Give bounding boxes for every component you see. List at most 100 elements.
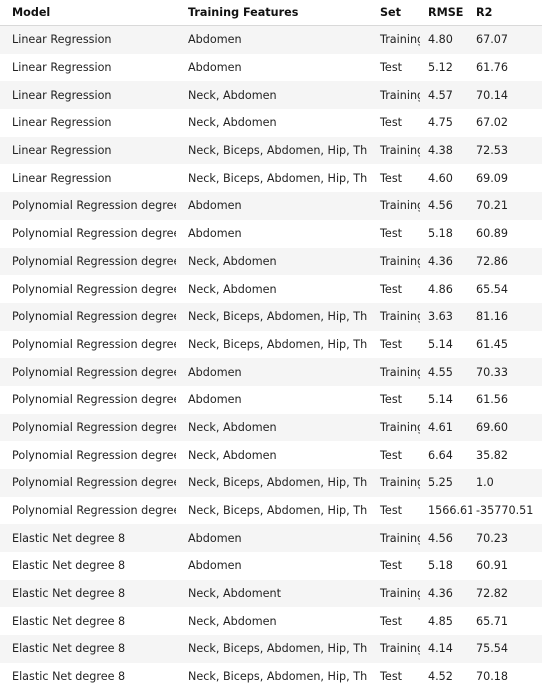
r2-cell: 72.82: [472, 579, 542, 608]
table-row: Linear Regression Neck, Abdomen Test 4.75 67…: [0, 109, 542, 137]
set-cell: Test: [368, 164, 420, 193]
set-cell: Training: [368, 25, 420, 54]
model-cell: Linear Regression: [0, 25, 176, 54]
r2-cell: 69.60: [472, 413, 542, 442]
set-cell: Training: [368, 524, 420, 553]
training-features-cell: Neck, Biceps, Abdomen, Hip, Thigh: [176, 330, 368, 359]
set-cell: Test: [368, 662, 420, 691]
rmse-cell: 4.52: [420, 662, 472, 691]
training-features-cell: Neck, Abdomen: [176, 81, 368, 110]
table-row: Elastic Net degree 8 Abdomen Training 4.56 7…: [0, 524, 542, 553]
model-cell: Elastic Net degree 8: [0, 579, 176, 608]
model-cell: Elastic Net degree 8: [0, 662, 176, 691]
rmse-cell: 4.56: [420, 192, 472, 220]
model-cell: Polynomial Regression degree 3: [0, 302, 176, 331]
r2-cell: 60.89: [472, 219, 542, 248]
rmse-cell: 4.75: [420, 109, 472, 137]
rmse-cell: 4.80: [420, 25, 472, 54]
training-features-cell: Neck, Abdomen: [176, 441, 368, 469]
table-row: Linear Regression Abdomen Test 5.12 61.76: [0, 53, 542, 82]
set-cell: Test: [368, 330, 420, 359]
table-row: Linear Regression Neck, Biceps, Abdomen, …: [0, 136, 542, 165]
training-features-cell: Abdomen: [176, 524, 368, 553]
results-table: Model Training Features Set RMSE R2 Line…: [0, 0, 542, 691]
rmse-cell: 5.14: [420, 330, 472, 359]
training-features-cell: Abdomen: [176, 552, 368, 580]
training-features-cell: Neck, Biceps, Abdomen, Hip, Thigh: [176, 164, 368, 193]
r2-cell: 70.21: [472, 192, 542, 220]
r2-cell: 67.02: [472, 109, 542, 137]
table-row: Polynomial Regression degree 8 Neck, Abdo…: [0, 413, 542, 442]
training-features-cell: Neck, Biceps, Abdomen, Hip, Thigh: [176, 302, 368, 331]
rmse-cell: 4.86: [420, 275, 472, 303]
rmse-cell: 4.56: [420, 524, 472, 553]
model-cell: Linear Regression: [0, 81, 176, 110]
r2-cell: 70.18: [472, 662, 542, 691]
r2-cell: 69.09: [472, 164, 542, 193]
training-features-cell: Abdomen: [176, 385, 368, 414]
rmse-cell: 4.55: [420, 358, 472, 386]
rmse-cell: 5.12: [420, 53, 472, 82]
column-header-r2: R2: [472, 0, 542, 26]
table-row: Linear Regression Neck, Abdomen Training 4.…: [0, 81, 542, 110]
table-row: Elastic Net degree 8 Abdomen Test 5.18 60.91: [0, 552, 542, 580]
table-row: Elastic Net degree 8 Neck, Biceps, Abdome…: [0, 635, 542, 663]
set-cell: Training: [368, 247, 420, 276]
r2-cell: 72.86: [472, 247, 542, 276]
model-cell: Elastic Net degree 8: [0, 635, 176, 663]
column-header-rmse: RMSE: [420, 0, 472, 26]
r2-cell: 70.14: [472, 81, 542, 110]
rmse-cell: 5.18: [420, 219, 472, 248]
set-cell: Test: [368, 219, 420, 248]
r2-cell: 70.23: [472, 524, 542, 553]
r2-cell: 1.0: [472, 469, 542, 497]
table-row: Polynomial Regression degree 3 Abdomen Tes…: [0, 219, 542, 248]
training-features-cell: Abdomen: [176, 219, 368, 248]
set-cell: Training: [368, 358, 420, 386]
r2-cell: 67.07: [472, 25, 542, 54]
column-header-set: Set: [368, 0, 420, 26]
table-row: Polynomial Regression degree 3 Neck, Abdo…: [0, 275, 542, 303]
rmse-cell: 5.25: [420, 469, 472, 497]
rmse-cell: 1566.61: [420, 496, 472, 525]
r2-cell: 75.54: [472, 635, 542, 663]
r2-cell: -35770.51: [472, 496, 542, 525]
header-row: Model Training Features Set RMSE R2: [0, 0, 542, 26]
table-row: Elastic Net degree 8 Neck, Abdoment Traini…: [0, 579, 542, 608]
rmse-cell: 4.60: [420, 164, 472, 193]
table-body: Linear Regression Abdomen Training 4.80 67.0…: [0, 25, 542, 691]
r2-cell: 81.16: [472, 302, 542, 331]
model-cell: Polynomial Regression degree 8: [0, 441, 176, 469]
r2-cell: 61.45: [472, 330, 542, 359]
column-header-model: Model: [0, 0, 176, 26]
model-cell: Polynomial Regression degree 8: [0, 385, 176, 414]
rmse-cell: 5.18: [420, 552, 472, 580]
training-features-cell: Neck, Abdomen: [176, 109, 368, 137]
training-features-cell: Neck, Abdomen: [176, 607, 368, 636]
table-header: Model Training Features Set RMSE R2: [0, 0, 542, 26]
model-cell: Linear Regression: [0, 53, 176, 82]
set-cell: Training: [368, 136, 420, 165]
training-features-cell: Abdomen: [176, 53, 368, 82]
column-header-training-features: Training Features: [176, 0, 368, 26]
table-row: Polynomial Regression degree 8 Neck, Bice…: [0, 469, 542, 497]
r2-cell: 70.33: [472, 358, 542, 386]
set-cell: Test: [368, 385, 420, 414]
training-features-cell: Neck, Abdomen: [176, 275, 368, 303]
table-row: Polynomial Regression degree 8 Neck, Bice…: [0, 496, 542, 525]
training-features-cell: Neck, Biceps, Abdomen, Hip, Thigh: [176, 662, 368, 691]
rmse-cell: 4.57: [420, 81, 472, 110]
table-row: Polynomial Regression degree 8 Abdomen Tes…: [0, 385, 542, 414]
set-cell: Training: [368, 413, 420, 442]
r2-cell: 65.54: [472, 275, 542, 303]
r2-cell: 35.82: [472, 441, 542, 469]
table-row: Linear Regression Neck, Biceps, Abdomen, …: [0, 164, 542, 193]
rmse-cell: 3.63: [420, 302, 472, 331]
training-features-cell: Abdomen: [176, 192, 368, 220]
model-cell: Polynomial Regression degree 3: [0, 219, 176, 248]
training-features-cell: Neck, Biceps, Abdomen, Hip, Thigh: [176, 496, 368, 525]
set-cell: Test: [368, 552, 420, 580]
model-cell: Polynomial Regression degree 8: [0, 496, 176, 525]
rmse-cell: 4.36: [420, 579, 472, 608]
r2-cell: 65.71: [472, 607, 542, 636]
